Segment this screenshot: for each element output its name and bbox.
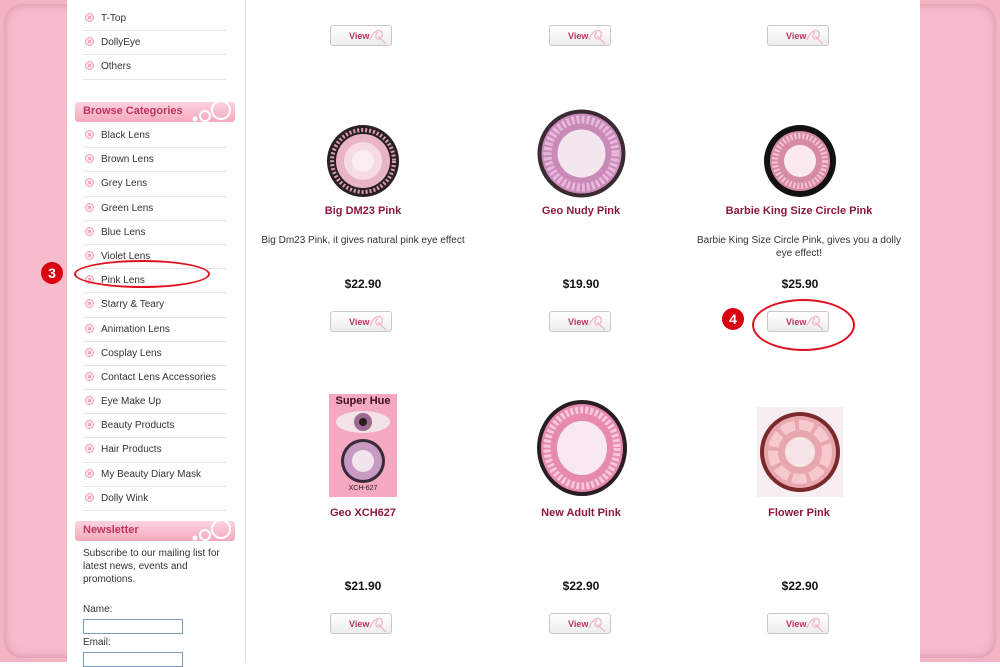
sidebar-item-eye-make-up[interactable]: Eye Make Up (83, 390, 227, 415)
product-image-geo-nudy-pink[interactable] (537, 109, 626, 198)
product-name[interactable]: Barbie King Size Circle Pink (699, 205, 899, 217)
bullet-icon (85, 202, 94, 212)
view-button-highlight-circle (752, 299, 855, 351)
view-button[interactable]: View (330, 25, 392, 46)
view-button[interactable]: View (330, 613, 392, 634)
sidebar-item-beauty-diary-mask[interactable]: My Beauty Diary Mask (83, 463, 227, 487)
view-button[interactable]: View (549, 25, 611, 46)
flower-decoration-icon (192, 100, 231, 122)
category-list: Black Lens Brown Lens Grey Lens Green Le… (83, 124, 227, 511)
product-description: Big Dm23 Pink, it gives natural pink eye… (261, 235, 465, 246)
lens-icon (341, 439, 385, 483)
product-name[interactable]: Flower Pink (699, 507, 899, 519)
sidebar-item-grey-lens[interactable]: Grey Lens (83, 172, 227, 197)
view-button[interactable]: View (549, 311, 611, 332)
sidebar-item-animation-lens[interactable]: Animation Lens (83, 318, 227, 342)
product-image-new-adult-pink[interactable] (536, 399, 628, 497)
sidebar-item-green-lens[interactable]: Green Lens (83, 197, 227, 221)
product-card: New Adult Pink (481, 507, 681, 519)
view-button[interactable]: View (549, 613, 611, 634)
sidebar-item-dollyeye[interactable]: DollyEye (83, 31, 227, 56)
sidebar: T-Top DollyEye Others Browse Categories … (67, 0, 246, 667)
product-price: $22.90 (562, 579, 600, 593)
view-button[interactable]: View (767, 25, 829, 46)
bullet-icon (85, 371, 94, 381)
sidebar-item-accessories[interactable]: Contact Lens Accessories (83, 366, 227, 391)
bullet-icon (85, 299, 94, 309)
ribbon-icon (806, 29, 824, 45)
product-card: Barbie King Size Circle Pink (699, 205, 899, 217)
bullet-icon (85, 420, 94, 430)
ribbon-icon (588, 29, 606, 45)
product-name[interactable]: New Adult Pink (481, 507, 681, 519)
bullet-icon (85, 396, 94, 406)
product-price: $19.90 (562, 277, 600, 291)
product-name[interactable]: Big DM23 Pink (263, 205, 463, 217)
sidebar-item-dolly-wink[interactable]: Dolly Wink (83, 487, 227, 511)
flower-decoration-icon (192, 519, 231, 541)
view-button[interactable]: View (767, 613, 829, 634)
view-button[interactable]: View (330, 311, 392, 332)
newsletter-description: Subscribe to our mailing list for latest… (83, 548, 220, 585)
sidebar-item-brown-lens[interactable]: Brown Lens (83, 148, 227, 173)
bullet-icon (85, 61, 94, 71)
sidebar-item-t-top[interactable]: T-Top (83, 7, 227, 32)
product-image-big-dm23-pink[interactable] (326, 124, 400, 198)
newsletter-header: Newsletter (75, 519, 235, 541)
brand-list: T-Top DollyEye Others (83, 7, 227, 80)
sidebar-item-others[interactable]: Others (83, 55, 227, 80)
product-price: $21.90 (344, 579, 382, 593)
product-image-barbie-king-size-circle-pink[interactable] (763, 124, 837, 198)
browse-categories-header: Browse Categories (75, 100, 235, 122)
product-card: Big DM23 Pink (263, 205, 463, 217)
product-price: $22.90 (344, 277, 382, 291)
product-card: Flower Pink (699, 507, 899, 519)
product-image-geo-xch627[interactable]: Super Hue XCH-627 (329, 394, 397, 497)
bullet-icon (85, 444, 94, 454)
sidebar-item-black-lens[interactable]: Black Lens (83, 124, 227, 149)
ribbon-icon (369, 617, 387, 633)
eye-icon (336, 411, 390, 433)
bullet-icon (85, 37, 94, 47)
ribbon-icon (588, 617, 606, 633)
sidebar-item-beauty-products[interactable]: Beauty Products (83, 414, 227, 439)
bullet-icon (85, 492, 94, 502)
product-image-flower-pink[interactable] (757, 407, 843, 497)
bullet-icon (85, 323, 94, 333)
product-description: Barbie King Size Circle Pink, gives you … (697, 235, 901, 259)
bullet-icon (85, 347, 94, 357)
pink-lens-highlight-circle (74, 260, 210, 288)
ribbon-icon (369, 315, 387, 331)
bullet-icon (85, 130, 94, 139)
bullet-icon (85, 178, 94, 188)
bullet-icon (85, 154, 94, 164)
ribbon-icon (588, 315, 606, 331)
step-4-badge: 4 (722, 308, 744, 330)
ribbon-icon (369, 29, 387, 45)
bullet-icon (85, 468, 94, 478)
product-card: Geo Nudy Pink (481, 205, 681, 217)
sidebar-item-cosplay-lens[interactable]: Cosplay Lens (83, 342, 227, 366)
superhue-title: Super Hue (335, 395, 391, 407)
name-label: Name: (83, 604, 113, 615)
product-price: $22.90 (781, 579, 819, 593)
bullet-icon (85, 13, 94, 22)
sidebar-item-starry-teary[interactable]: Starry & Teary (83, 293, 227, 318)
email-label: Email: (83, 637, 111, 648)
product-name[interactable]: Geo XCH627 (263, 507, 463, 519)
bullet-icon (85, 226, 94, 236)
step-3-badge: 3 (41, 262, 63, 284)
product-name[interactable]: Geo Nudy Pink (481, 205, 681, 217)
email-field[interactable] (83, 652, 183, 667)
sidebar-item-hair-products[interactable]: Hair Products (83, 438, 227, 463)
name-field[interactable] (83, 619, 183, 634)
product-price: $25.90 (781, 277, 819, 291)
sidebar-item-blue-lens[interactable]: Blue Lens (83, 221, 227, 245)
product-card: Geo XCH627 (263, 507, 463, 519)
bullet-icon (85, 250, 94, 260)
ribbon-icon (806, 617, 824, 633)
superhue-code: XCH-627 (348, 485, 378, 492)
